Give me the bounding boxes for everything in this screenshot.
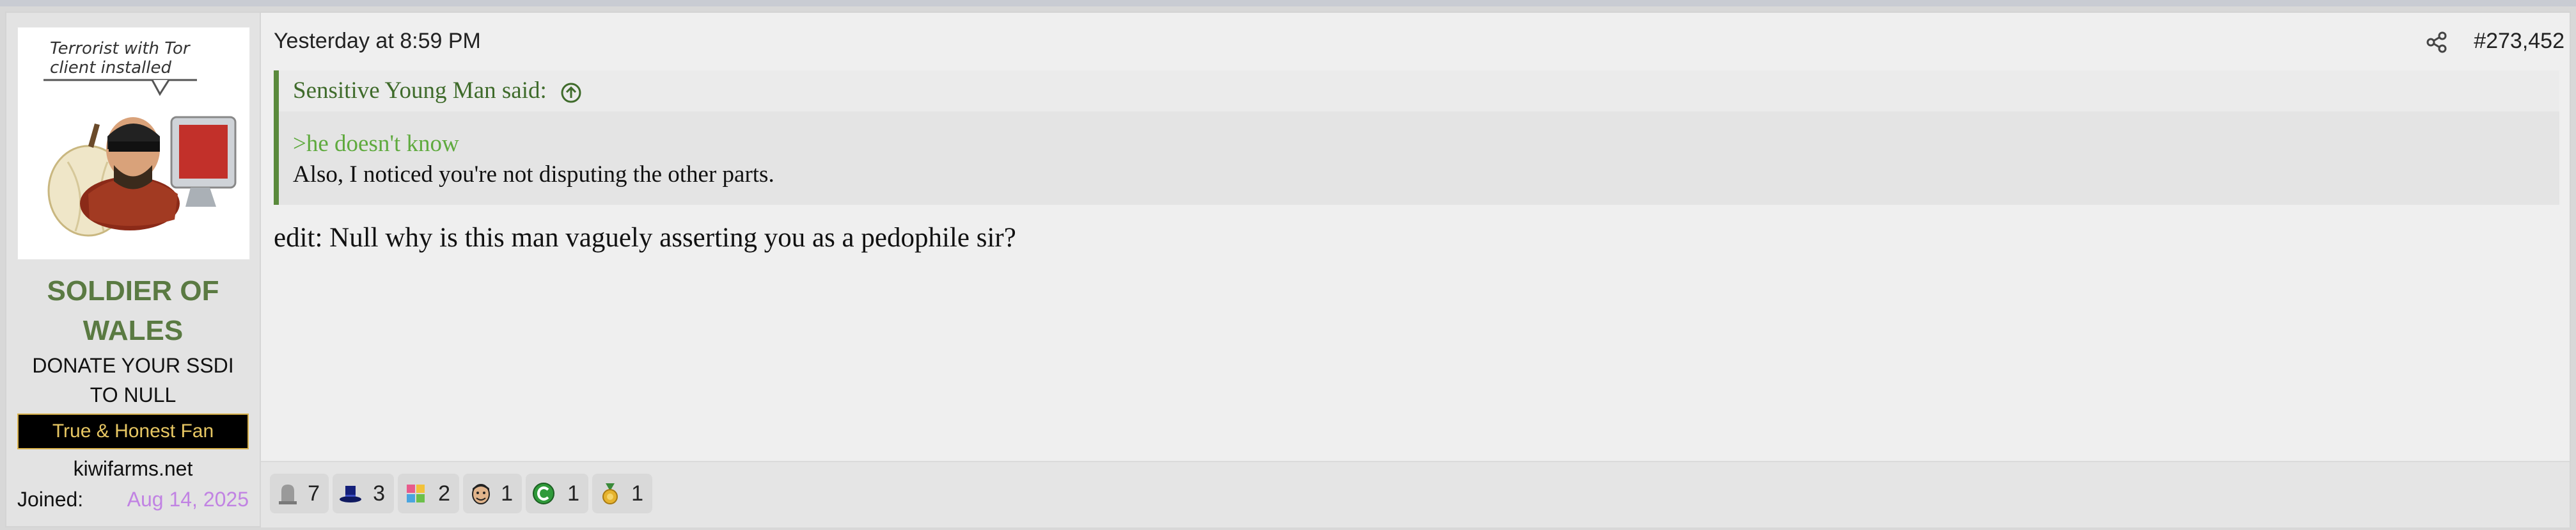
reaction-face[interactable]: 1 [463,474,522,513]
post-body: edit: Null why is this man vaguely asser… [274,223,1016,253]
avatar[interactable]: Terrorist with Tor client installed [17,27,250,260]
quote-text: Also, I noticed you're not disputing the… [293,161,774,188]
quote-header: Sensitive Young Man said: [279,70,2559,111]
medal-icon [602,483,618,504]
green-c-icon [533,483,554,504]
reaction-count: 1 [567,481,579,506]
reaction-count: 1 [631,481,643,506]
reaction-puzzle[interactable]: 2 [398,474,459,513]
post-container: Terrorist with Tor client installed SOLD… [5,12,2571,527]
username[interactable]: SOLDIER OF WALES [6,271,260,351]
tombstone-icon [279,485,297,504]
user-sidebar: Terrorist with Tor client installed SOLD… [6,13,261,526]
reaction-count: 1 [501,481,513,506]
joined-label: Joined: [17,488,84,511]
user-website: kiwifarms.net [73,457,193,480]
post-number[interactable]: #273,452 [2474,28,2564,54]
post-content: Yesterday at 8:59 PM #273,452 Sensitive … [261,13,2570,461]
post-timestamp[interactable]: Yesterday at 8:59 PM [274,28,481,54]
quote-author[interactable]: Sensitive Young Man said: [293,77,547,104]
reaction-count: 3 [373,481,385,506]
joined-date: Aug 14, 2025 [127,488,249,511]
quote-greentext: >he doesn't know [293,131,459,157]
reaction-count: 7 [308,481,320,506]
reactions-bar: 7 3 2 1 1 1 [261,461,2570,527]
top-hat-icon [340,486,361,502]
quote-block: Sensitive Young Man said: >he doesn't kn… [274,70,2559,205]
reaction-count: 2 [438,481,450,506]
avatar-caption: Terrorist with Tor client installed [50,39,190,77]
puzzle-icon [407,485,425,502]
user-title: DONATE YOUR SSDI TO NULL [32,354,234,406]
share-icon[interactable] [2425,31,2448,54]
reaction-green-c[interactable]: 1 [526,474,588,513]
reaction-tombstone[interactable]: 7 [270,474,329,513]
reaction-medal[interactable]: 1 [592,474,652,513]
user-banner: True & Honest Fan [17,414,249,449]
face-icon [472,484,490,504]
jump-to-quote-icon[interactable] [560,82,582,104]
reaction-top-hat[interactable]: 3 [333,474,394,513]
top-divider [0,0,2576,6]
